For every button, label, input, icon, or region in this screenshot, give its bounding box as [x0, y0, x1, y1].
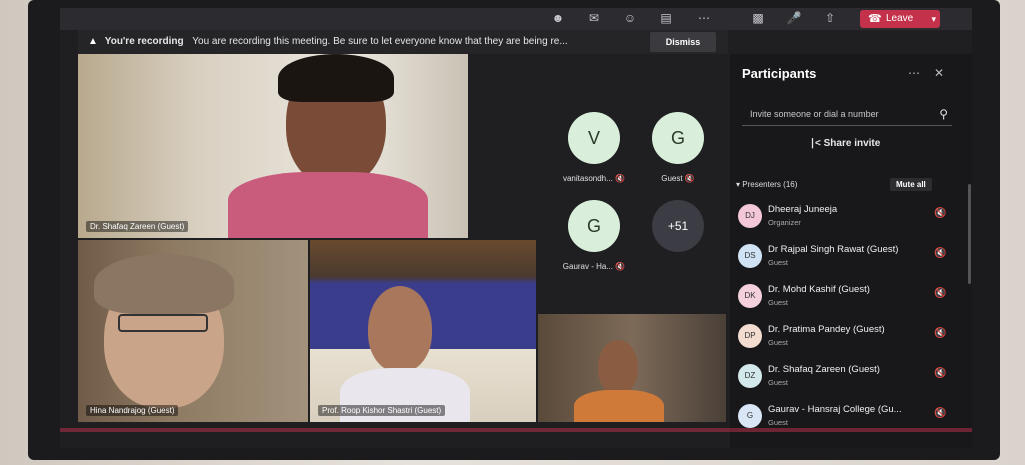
more-icon[interactable]: ⋯	[696, 11, 712, 25]
participant-role: Organizer	[768, 218, 801, 227]
mute-all-button[interactable]: Mute all	[890, 178, 932, 191]
avatar-tile[interactable]: G Gaurav - Ha... 🔇	[554, 200, 634, 271]
leave-button[interactable]: ☎ Leave ▾	[860, 10, 940, 28]
avatar: DZ	[738, 364, 762, 388]
mic-off-icon[interactable]: 🔇	[934, 248, 946, 259]
participant-row[interactable]: DP Dr. Pratima Pandey (Guest) Guest 🔇	[738, 320, 958, 356]
scrollbar[interactable]	[968, 184, 971, 284]
mic-off-icon: 🔇	[684, 174, 695, 183]
rooms-icon[interactable]: ▤	[658, 11, 674, 25]
phone-icon: ☎	[868, 13, 882, 25]
video-tile-bottom-left[interactable]: Hina Nandrajog (Guest)	[78, 240, 308, 422]
mic-off-icon[interactable]: 🔇	[934, 288, 946, 299]
participant-row[interactable]: DK Dr. Mohd Kashif (Guest) Guest 🔇	[738, 280, 958, 316]
mic-icon[interactable]: 🎤	[786, 11, 802, 25]
participant-row[interactable]: DZ Dr. Shafaq Zareen (Guest) Guest 🔇	[738, 360, 958, 396]
participant-role: Guest	[768, 418, 789, 427]
participant-role: Guest	[768, 378, 789, 387]
video-name-tag: Prof. Roop Kishor Shastri (Guest)	[318, 405, 446, 416]
participant-face	[598, 340, 638, 394]
dismiss-button[interactable]: Dismiss	[650, 32, 716, 52]
avatar: G	[652, 112, 704, 164]
avatar-tile[interactable]: G Guest 🔇	[638, 112, 718, 183]
participant-row[interactable]: DJ Dheeraj Juneeja Organizer 🔇	[738, 200, 958, 236]
more-icon[interactable]: ⋯	[908, 66, 920, 80]
avatar: DS	[738, 244, 762, 268]
video-tile-main[interactable]: Dr. Shafaq Zareen (Guest)	[78, 54, 468, 238]
mic-off-icon[interactable]: 🔇	[934, 328, 946, 339]
leave-label: Leave	[886, 13, 914, 24]
participant-face	[368, 286, 432, 372]
participant-name: Dr. Pratima Pandey (Guest)	[768, 324, 885, 335]
avatar: DJ	[738, 204, 762, 228]
mic-off-icon[interactable]: 🔇	[934, 208, 946, 219]
share-invite-button[interactable]: ∣< Share invite	[810, 138, 880, 149]
camera-icon[interactable]: ▩	[750, 11, 766, 25]
participant-role: Guest	[768, 298, 789, 307]
presenters-label: Presenters (16)	[742, 180, 798, 189]
chevron-down-icon[interactable]: ▾	[931, 10, 936, 28]
recording-title: You're recording	[104, 36, 184, 47]
close-icon[interactable]: ✕	[934, 66, 944, 80]
participant-name: Gaurav - Hansraj College (Gu...	[768, 404, 902, 415]
video-tile-bottom-right[interactable]	[538, 314, 726, 422]
recording-message: You are recording this meeting. Be sure …	[192, 36, 568, 47]
overflow-tile[interactable]: +51	[638, 200, 718, 252]
participant-hair	[94, 254, 234, 314]
avatar: V	[568, 112, 620, 164]
avatar: DK	[738, 284, 762, 308]
participant-hair	[278, 54, 394, 102]
reactions-icon[interactable]: ☺	[622, 11, 638, 25]
mic-off-icon: 🔇	[615, 174, 625, 183]
screen-bottom-edge	[60, 428, 972, 432]
participant-name: Dheeraj Juneeja	[768, 204, 838, 215]
warning-icon: ▲	[88, 36, 98, 47]
avatar-label: Guest 🔇	[661, 174, 695, 183]
chat-icon[interactable]: ✉	[586, 11, 602, 25]
share-icon[interactable]: ⇧	[822, 11, 838, 25]
mic-off-icon: 🔇	[615, 262, 626, 271]
avatar-tile[interactable]: V vanitasondh... 🔇	[554, 112, 634, 183]
invite-input[interactable]: Invite someone or dial a number ⚲	[742, 102, 952, 126]
people-icon[interactable]: ☻	[550, 11, 566, 25]
participants-panel: Participants ⋯ ✕ Invite someone or dial …	[730, 54, 972, 448]
participant-role: Guest	[768, 338, 789, 347]
avatar: G	[738, 404, 762, 428]
panel-title: Participants	[742, 66, 817, 81]
mic-off-icon[interactable]: 🔇	[934, 368, 946, 379]
participant-clothing	[574, 390, 664, 422]
share-invite-label: Share invite	[823, 138, 881, 149]
avatar: G	[568, 200, 620, 252]
recording-banner: ▲ You're recording You are recording thi…	[78, 30, 728, 54]
chevron-down-icon: ▾	[736, 180, 741, 189]
share-icon: ∣<	[810, 138, 821, 149]
avatar-label: vanitasondh... 🔇	[562, 174, 625, 183]
participant-name: Dr Rajpal Singh Rawat (Guest)	[768, 244, 899, 255]
participant-name: Dr. Mohd Kashif (Guest)	[768, 284, 870, 295]
participant-role: Guest	[768, 258, 789, 267]
meeting-toolbar: ☻ ✉ ☺ ▤ ⋯ ▩ 🎤 ⇧ ☎ Leave ▾	[60, 8, 972, 30]
more-participants-count: +51	[652, 200, 704, 252]
video-name-tag: Hina Nandrajog (Guest)	[86, 405, 179, 416]
teams-meeting-window: ☻ ✉ ☺ ▤ ⋯ ▩ 🎤 ⇧ ☎ Leave ▾ ▲ You're recor…	[60, 8, 972, 448]
avatar-label: Gaurav - Ha... 🔇	[562, 262, 626, 271]
mic-off-icon[interactable]: 🔇	[934, 408, 946, 419]
participant-row[interactable]: DS Dr Rajpal Singh Rawat (Guest) Guest 🔇	[738, 240, 958, 276]
participant-clothing	[228, 172, 428, 238]
presenters-section-header[interactable]: ▾ Presenters (16)	[736, 180, 797, 189]
video-name-tag: Dr. Shafaq Zareen (Guest)	[86, 221, 189, 232]
search-icon[interactable]: ⚲	[939, 102, 948, 126]
glasses	[118, 314, 208, 332]
participant-name: Dr. Shafaq Zareen (Guest)	[768, 364, 880, 375]
invite-placeholder: Invite someone or dial a number	[750, 109, 879, 119]
video-tile-bottom-middle[interactable]: Prof. Roop Kishor Shastri (Guest)	[310, 240, 536, 422]
avatar: DP	[738, 324, 762, 348]
